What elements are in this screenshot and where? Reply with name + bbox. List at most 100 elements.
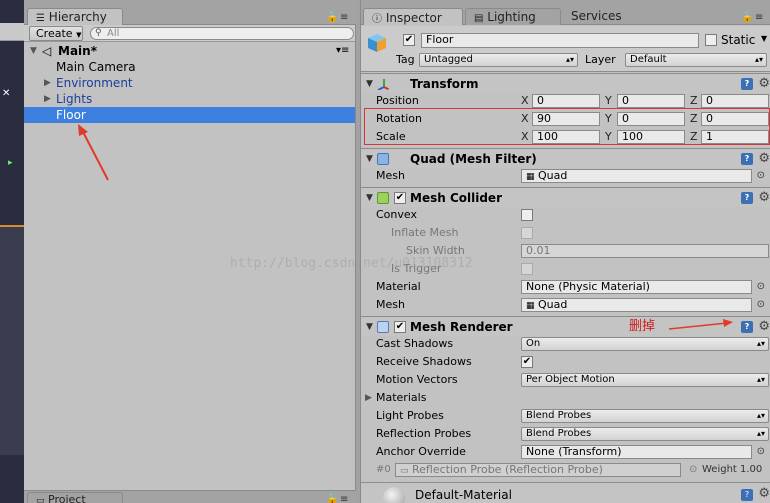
materials-row[interactable]: ▶ Materials xyxy=(361,389,770,407)
material-header[interactable]: Default-Material ? ⚙ xyxy=(361,482,770,503)
tab-inspector-label: Inspector xyxy=(385,11,442,25)
position-z-field[interactable]: 0 xyxy=(701,94,769,108)
scene-menu-icon[interactable]: ▾≡ xyxy=(336,43,349,59)
hierarchy-tabbar: ☰ Hierarchy 🔒 ≡ xyxy=(24,0,356,25)
menu-icon[interactable]: ≡ xyxy=(755,12,763,23)
lock-icon[interactable]: 🔒 xyxy=(741,12,753,23)
tree-item-lights[interactable]: ▶ Lights xyxy=(24,91,355,107)
scale-z-field[interactable]: 1 xyxy=(701,130,769,144)
mesh-renderer-icon xyxy=(377,321,389,333)
rotation-z-field[interactable]: 0 xyxy=(701,112,769,126)
mesh-collider-enabled-checkbox[interactable]: ✔ xyxy=(394,192,406,204)
reflection-probes-label: Reflection Probes xyxy=(376,427,472,440)
menu-icon[interactable]: ≡ xyxy=(340,494,348,503)
gameobject-cube-icon[interactable] xyxy=(366,32,388,54)
search-input[interactable]: ⚲ All xyxy=(90,27,354,40)
scale-label: Scale xyxy=(376,130,406,143)
mesh-collider-header[interactable]: ▼ ✔ Mesh Collider ? ⚙ xyxy=(361,187,770,207)
active-checkbox[interactable]: ✔ xyxy=(403,34,415,46)
mesh-field[interactable]: ▦ Quad xyxy=(521,169,752,183)
tab-inspector[interactable]: ⓘ Inspector xyxy=(363,8,463,25)
object-picker-icon[interactable]: ⊙ xyxy=(757,443,765,461)
convex-checkbox[interactable] xyxy=(521,209,533,221)
annotation-arrow-icon xyxy=(668,319,733,330)
cast-shadows-dropdown[interactable]: On ▴▾ xyxy=(521,337,769,351)
tab-hierarchy[interactable]: ☰ Hierarchy xyxy=(27,8,123,25)
value: 0 xyxy=(537,94,544,107)
reflection-probe-icon: ▭ xyxy=(400,466,409,476)
gear-icon[interactable]: ⚙ xyxy=(758,486,770,501)
value: Quad xyxy=(538,169,568,182)
tag-dropdown[interactable]: Untagged ▴▾ xyxy=(419,53,578,67)
object-name-field[interactable]: Floor xyxy=(421,33,699,48)
gear-icon[interactable]: ⚙ xyxy=(758,149,770,169)
help-book-icon[interactable]: ? xyxy=(741,153,753,165)
probe-picker-icon[interactable]: ⊙ xyxy=(689,461,697,479)
updown-caret-icon: ▴▾ xyxy=(756,375,765,384)
mesh-filter-header[interactable]: ▼ Quad (Mesh Filter) ? ⚙ xyxy=(361,148,770,168)
object-picker-icon[interactable]: ⊙ xyxy=(757,278,765,296)
scene-root[interactable]: ▼ ◁ Main* ▾≡ xyxy=(24,43,355,59)
expand-right-icon[interactable]: ▶ xyxy=(44,91,51,107)
reflection-probes-dropdown[interactable]: Blend Probes ▴▾ xyxy=(521,427,769,441)
transform-header[interactable]: ▼ Transform ? ⚙ xyxy=(361,73,770,93)
help-book-icon[interactable]: ? xyxy=(741,78,753,90)
tab-lighting[interactable]: ▤ Lighting xyxy=(465,8,561,25)
tab-project[interactable]: ▭ Project xyxy=(27,492,123,503)
object-picker-icon[interactable]: ⊙ xyxy=(757,296,765,314)
collapse-icon[interactable]: ▼ xyxy=(366,74,373,94)
gear-icon[interactable]: ⚙ xyxy=(758,317,770,337)
value: None (Physic Material) xyxy=(526,280,650,293)
tree-item-label: Main Camera xyxy=(56,60,136,74)
collider-mesh-field[interactable]: ▦ Quad xyxy=(521,298,752,312)
tree-item-environment[interactable]: ▶ Environment xyxy=(24,75,355,91)
material-label: Material xyxy=(376,280,421,293)
light-probes-dropdown[interactable]: Blend Probes ▴▾ xyxy=(521,409,769,423)
gizmo-icon: ▸ xyxy=(8,158,13,168)
collapse-icon[interactable]: ▼ xyxy=(366,317,373,337)
gear-icon[interactable]: ⚙ xyxy=(758,74,770,94)
tab-services[interactable]: Services xyxy=(563,8,659,25)
rotation-y-field[interactable]: 0 xyxy=(617,112,685,126)
position-y-field[interactable]: 0 xyxy=(617,94,685,108)
help-book-icon[interactable]: ? xyxy=(741,192,753,204)
collapse-icon[interactable]: ▼ xyxy=(366,188,373,208)
static-checkbox[interactable] xyxy=(705,34,717,46)
static-dropdown-icon[interactable]: ▼ xyxy=(761,34,767,43)
scale-y-field[interactable]: 100 xyxy=(617,130,685,144)
inflate-mesh-checkbox[interactable] xyxy=(521,227,533,239)
expand-right-icon[interactable]: ▶ xyxy=(44,75,51,91)
is-trigger-checkbox[interactable] xyxy=(521,263,533,275)
inflate-mesh-label: Inflate Mesh xyxy=(391,226,459,239)
receive-shadows-checkbox[interactable]: ✔ xyxy=(521,356,533,368)
transform-axes-icon xyxy=(377,79,389,90)
skin-width-field[interactable]: 0.01 xyxy=(521,244,769,258)
lock-icon[interactable]: 🔒 xyxy=(326,12,338,23)
scene-view-strip[interactable]: ✕ ▸ xyxy=(0,0,24,503)
layer-dropdown[interactable]: Default ▴▾ xyxy=(625,53,767,67)
tree-item-main-camera[interactable]: Main Camera xyxy=(24,59,355,75)
position-x-field[interactable]: 0 xyxy=(532,94,600,108)
gear-icon[interactable]: ⚙ xyxy=(758,188,770,208)
create-button[interactable]: Create ▼ xyxy=(29,26,83,41)
motion-vectors-dropdown[interactable]: Per Object Motion ▴▾ xyxy=(521,373,769,387)
object-picker-icon[interactable]: ⊙ xyxy=(757,167,765,185)
folder-icon: ▭ xyxy=(36,496,45,503)
info-icon: ⓘ xyxy=(372,14,382,25)
mesh-renderer-header[interactable]: ▼ ✔ Mesh Renderer 删掉 ? ⚙ xyxy=(361,316,770,336)
tree-item-floor[interactable]: Floor xyxy=(24,107,355,123)
help-book-icon[interactable]: ? xyxy=(741,489,753,501)
expand-right-icon[interactable]: ▶ xyxy=(365,389,372,407)
rotation-x-field[interactable]: 90 xyxy=(532,112,600,126)
rotation-label: Rotation xyxy=(376,112,423,125)
mesh-renderer-enabled-checkbox[interactable]: ✔ xyxy=(394,321,406,333)
scale-x-field[interactable]: 100 xyxy=(532,130,600,144)
collapse-icon[interactable]: ▼ xyxy=(366,149,373,169)
expand-down-icon[interactable]: ▼ xyxy=(30,43,37,59)
anchor-override-field[interactable]: None (Transform) xyxy=(521,445,752,459)
tab-project-label: Project xyxy=(48,493,86,503)
physic-material-field[interactable]: None (Physic Material) xyxy=(521,280,752,294)
help-book-icon[interactable]: ? xyxy=(741,321,753,333)
lock-icon[interactable]: 🔒 xyxy=(326,494,338,503)
menu-icon[interactable]: ≡ xyxy=(340,12,348,23)
